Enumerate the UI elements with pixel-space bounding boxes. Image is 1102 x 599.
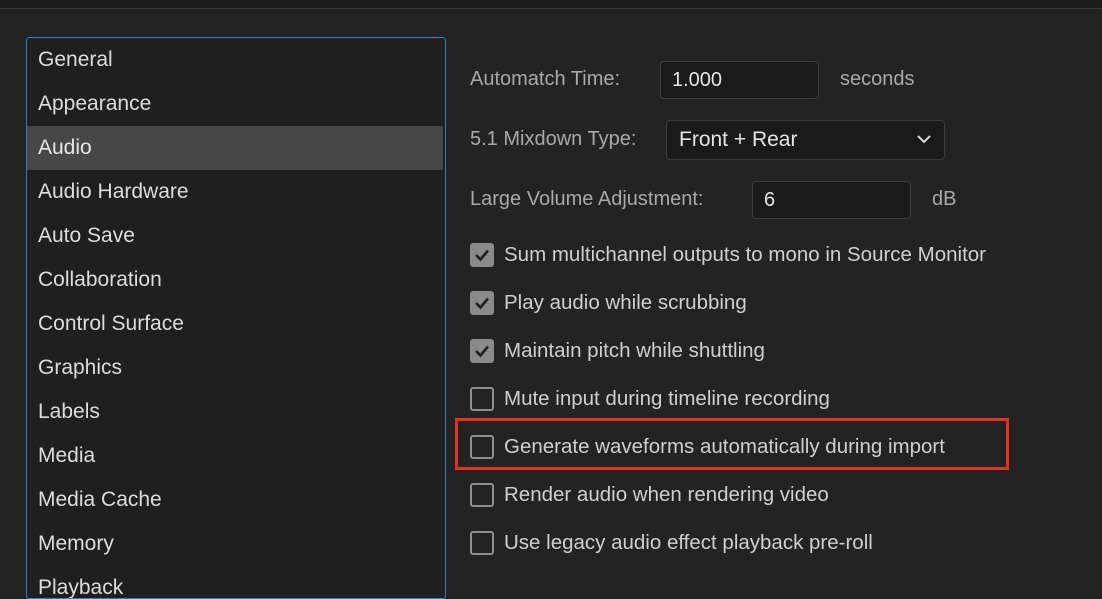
automatch-time-input[interactable]: 1.000 (660, 61, 819, 99)
sidebar-item-general[interactable]: General (27, 38, 443, 82)
checkmark-icon (475, 345, 489, 358)
audio-preferences-pane: Automatch Time: 1.000 seconds 5.1 Mixdow… (470, 0, 1100, 582)
sidebar-item-graphics[interactable]: Graphics (27, 346, 443, 390)
option-sum-multichannel[interactable]: Sum multichannel outputs to mono in Sour… (470, 240, 986, 270)
checkmark-icon (475, 297, 489, 310)
option-mute-input[interactable]: Mute input during timeline recording (470, 384, 830, 414)
large-volume-unit: dB (932, 188, 957, 210)
mixdown-type-value: Front + Rear (679, 128, 798, 151)
render-audio-label: Render audio when rendering video (504, 483, 829, 506)
mixdown-type-label: 5.1 Mixdown Type: (470, 128, 637, 150)
sidebar-item-appearance[interactable]: Appearance (27, 82, 443, 126)
sidebar-item-media[interactable]: Media (27, 434, 443, 478)
highlight-annotation (455, 418, 1009, 470)
automatch-time-unit: seconds (840, 68, 915, 90)
sidebar-item-media-cache[interactable]: Media Cache (27, 478, 443, 522)
sidebar-item-collaboration[interactable]: Collaboration (27, 258, 443, 302)
sidebar-item-playback[interactable]: Playback (27, 566, 443, 598)
large-volume-input[interactable]: 6 (752, 181, 911, 219)
option-maintain-pitch[interactable]: Maintain pitch while shuttling (470, 336, 765, 366)
sidebar-item-labels[interactable]: Labels (27, 390, 443, 434)
preferences-category-list[interactable]: General Appearance Audio Audio Hardware … (26, 37, 446, 599)
sidebar-item-audio[interactable]: Audio (27, 126, 443, 170)
play-audio-scrubbing-label: Play audio while scrubbing (504, 291, 747, 314)
mute-input-checkbox[interactable] (470, 387, 494, 411)
large-volume-label: Large Volume Adjustment: (470, 188, 704, 210)
sidebar-item-memory[interactable]: Memory (27, 522, 443, 566)
chevron-down-icon (917, 135, 931, 144)
play-audio-scrubbing-checkbox[interactable] (470, 291, 494, 315)
sidebar-item-audio-hardware[interactable]: Audio Hardware (27, 170, 443, 214)
automatch-time-label: Automatch Time: (470, 68, 621, 90)
maintain-pitch-label: Maintain pitch while shuttling (504, 339, 765, 362)
checkmark-icon (475, 249, 489, 262)
sidebar-item-auto-save[interactable]: Auto Save (27, 214, 443, 258)
option-play-audio-scrubbing[interactable]: Play audio while scrubbing (470, 288, 747, 318)
maintain-pitch-checkbox[interactable] (470, 339, 494, 363)
sum-multichannel-label: Sum multichannel outputs to mono in Sour… (504, 243, 987, 266)
mixdown-type-select[interactable]: Front + Rear (666, 120, 945, 160)
legacy-preroll-checkbox[interactable] (470, 531, 494, 555)
option-legacy-preroll[interactable]: Use legacy audio effect playback pre-rol… (470, 528, 873, 558)
mute-input-label: Mute input during timeline recording (504, 387, 830, 410)
sidebar-item-control-surface[interactable]: Control Surface (27, 302, 443, 346)
render-audio-checkbox[interactable] (470, 483, 494, 507)
option-render-audio[interactable]: Render audio when rendering video (470, 480, 829, 510)
sum-multichannel-checkbox[interactable] (470, 243, 494, 267)
legacy-preroll-label: Use legacy audio effect playback pre-rol… (504, 531, 873, 554)
